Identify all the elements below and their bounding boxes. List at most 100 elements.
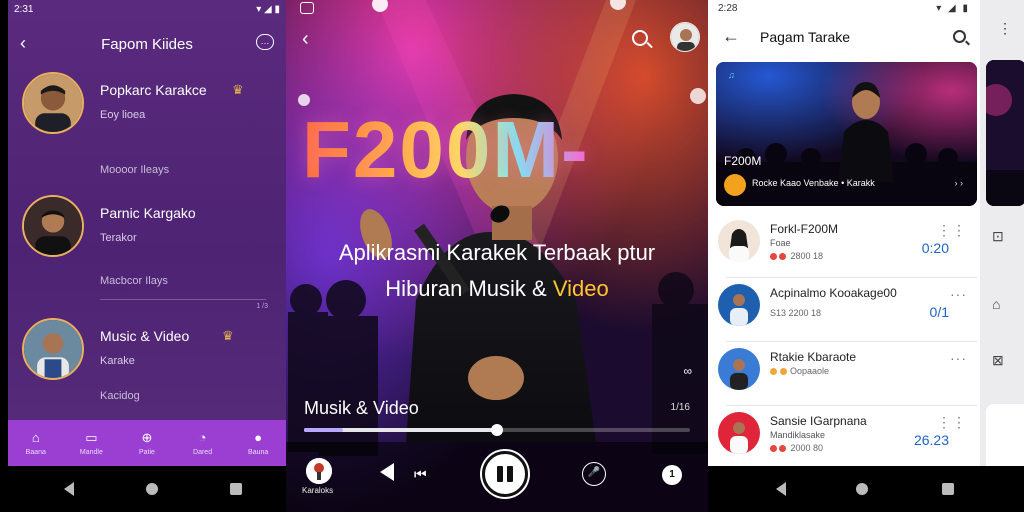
banner-more[interactable]: › › <box>955 178 964 188</box>
system-nav-bar <box>0 466 286 512</box>
list-item[interactable]: Sansie IGarpnana Mandiklasake 2000 80 26… <box>716 406 977 466</box>
featured-banner[interactable]: ♫ F200M Rocke Kaao Venbake • Karakk › › <box>716 62 977 206</box>
system-home-icon[interactable] <box>856 483 868 495</box>
item-duration: 0/1 <box>929 304 949 320</box>
system-home-icon[interactable] <box>146 483 158 495</box>
nav-label: Baana <box>25 448 46 456</box>
item-title: Parnic Kargako <box>100 205 196 221</box>
system-back-icon[interactable] <box>776 482 786 496</box>
avatar <box>718 412 760 454</box>
item-subtitle: Eoy lioea <box>100 109 146 121</box>
item-title: Popkarc Karakce <box>100 82 207 98</box>
more-options-icon[interactable]: ⋮⋮ <box>937 414 967 431</box>
status-time: 2:31 <box>14 3 34 15</box>
crown-icon: ♛ <box>232 82 244 97</box>
avatar <box>22 318 84 380</box>
item-subtitle: Terakor <box>100 232 137 244</box>
nav-label: Dared <box>193 448 213 456</box>
item-meta: 2800 18 <box>770 251 823 261</box>
track-count: 1/16 <box>670 402 690 413</box>
tagline-line-1: Aplikrasmi Karakek Terbaak ptur <box>338 240 656 265</box>
queue-badge[interactable]: 1 <box>662 465 682 485</box>
program-list-screen: 2:28 ▾ ◢ ▮ ← Pagam Tarake ♫ F200M Rocke … <box>708 0 980 466</box>
nav-library[interactable]: ▭ Mandle <box>67 430 115 456</box>
system-recents-icon[interactable] <box>942 483 954 495</box>
nav-profile[interactable]: ● Bauna <box>234 429 282 456</box>
item-meta: Kacidog <box>100 390 140 402</box>
avatar <box>22 72 84 134</box>
now-playing-title: Musik & Video <box>304 398 419 418</box>
avatar <box>718 220 760 262</box>
previous-icon[interactable] <box>380 463 394 481</box>
side-card[interactable] <box>986 404 1024 466</box>
item-subtitle: Foae <box>770 238 791 248</box>
nav-label: Patie <box>139 448 155 456</box>
item-meta: Moooor Ileays <box>100 164 170 176</box>
avatar <box>718 284 760 326</box>
app-icon <box>300 2 314 14</box>
banner-logo-icon: ♫ <box>728 70 735 80</box>
system-nav-bar <box>708 466 1024 512</box>
bookmark-icon[interactable]: ⊠ <box>992 352 1004 369</box>
hero-logo-text: F200M- <box>302 105 590 194</box>
thumbnail-preview[interactable] <box>986 60 1024 206</box>
more-options-icon[interactable]: ⋮⋮ <box>937 222 967 239</box>
badge-dot-icon <box>780 368 787 376</box>
home-icon[interactable]: ⌂ <box>992 296 1000 312</box>
list-item[interactable]: Forkl-F200M Foae 2800 18 0:20 ⋮⋮ <box>716 214 977 278</box>
screen: 2:31 ▾ ◢ ▮ ‹ Fapom Kiides … Popkarc Kara… <box>0 0 1024 512</box>
player-screen: ‹ F200M- Aplikrasmi Karakek Terbaak ptur… <box>286 0 708 512</box>
chat-icon[interactable]: … <box>256 34 274 50</box>
progress-knob[interactable] <box>491 424 503 436</box>
divider <box>100 299 266 300</box>
live-dot-icon <box>770 253 777 261</box>
nav-home[interactable]: ⌂ Baana <box>12 429 60 456</box>
item-duration: 26.23 <box>913 432 949 448</box>
item-meta: S13 2200 18 <box>770 308 822 318</box>
home-icon: ⌂ <box>31 429 40 445</box>
item-meta: Macbcor Ilays <box>100 275 168 287</box>
search-icon[interactable] <box>632 30 648 46</box>
tagline-highlight: Video <box>552 276 609 301</box>
list-item[interactable]: Acpinalmo Kooakage00 S13 2200 18 0/1 ··· <box>716 278 977 342</box>
kebab-menu-icon[interactable]: ⋮ <box>998 21 1012 35</box>
banner-subtitle: Rocke Kaao Venbake • Karakk <box>752 178 875 188</box>
item-title: Forkl-F200M <box>770 222 839 236</box>
avatar[interactable] <box>670 22 700 52</box>
banner-title: F200M <box>724 154 762 168</box>
list-item[interactable]: Rtakie Kbaraote Oopaaole ··· <box>716 342 977 406</box>
back-arrow-icon[interactable]: ‹ <box>302 28 309 51</box>
more-options-icon[interactable]: ··· <box>950 350 967 366</box>
favorites-screen: 2:31 ▾ ◢ ▮ ‹ Fapom Kiides … Popkarc Kara… <box>8 0 286 466</box>
status-time: 2:28 <box>718 2 738 14</box>
nav-label: Mandle <box>79 448 103 456</box>
nav-search[interactable]: ⊕ Patie <box>123 430 171 456</box>
top-app-bar: ‹ Fapom Kiides … <box>8 30 286 58</box>
nav-recent[interactable]: ◔ Dared <box>179 429 227 456</box>
banner-badge-icon <box>724 174 746 196</box>
system-recents-icon[interactable] <box>230 483 242 495</box>
microphone-icon[interactable]: 🎤 <box>582 462 606 486</box>
status-icons: ▾ ◢ ▮ <box>256 3 280 15</box>
clock-icon: ◔ <box>198 429 207 445</box>
skip-back-icon[interactable]: ⏮ <box>414 466 427 483</box>
karaoke-mode-icon[interactable] <box>306 458 332 484</box>
crown-icon: ♛ <box>222 328 234 343</box>
system-back-icon[interactable] <box>64 482 74 496</box>
progress-bar[interactable] <box>304 424 690 436</box>
item-title: Rtakie Kbaraote <box>770 350 857 364</box>
search-icon[interactable] <box>953 30 966 43</box>
profile-icon: ● <box>254 429 263 445</box>
more-options-icon[interactable]: ··· <box>950 286 967 302</box>
live-dot-icon <box>779 445 786 453</box>
pause-button[interactable] <box>482 451 528 497</box>
item-meta: 2000 80 <box>770 443 823 453</box>
tagline-line-2: Hiburan Musik & Video <box>286 276 708 302</box>
nav-label: Bauna <box>248 448 269 456</box>
back-arrow-icon[interactable]: ← <box>722 26 740 47</box>
live-dot-icon <box>779 253 786 261</box>
loop-icon[interactable]: ∞ <box>683 364 692 378</box>
status-icons: ▾ ◢ ▮ <box>936 2 970 14</box>
bookmark-icon[interactable]: ⊡ <box>992 228 1004 245</box>
page-title: Pagam Tarake <box>760 29 851 45</box>
